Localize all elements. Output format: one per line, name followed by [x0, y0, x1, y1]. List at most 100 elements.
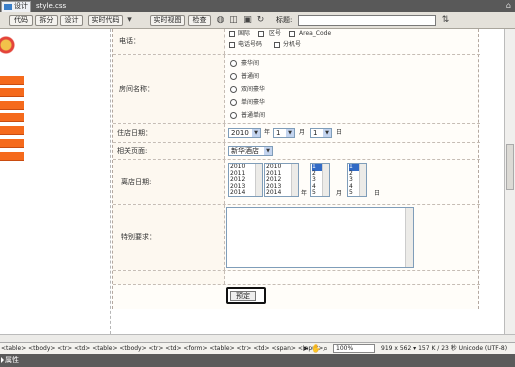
checkin-day-value: 1 [313, 129, 318, 137]
document-size-info: 919 x 562 ▾ 157 K / 23 秒 Unicode (UTF-8) [381, 345, 508, 352]
nav-button-3[interactable] [0, 101, 24, 110]
room-option-5: 普通单间 [241, 112, 266, 119]
live-code-dropdown-icon[interactable]: ▾ [124, 15, 135, 26]
area-code-en-checkbox[interactable] [289, 31, 295, 37]
title-input[interactable] [298, 15, 436, 26]
dreamweaver-icon [4, 4, 12, 10]
nav-button-2[interactable] [0, 88, 24, 97]
vertical-scrollbar[interactable] [504, 29, 515, 334]
checkin-year-select[interactable]: 2010 ▼ [228, 128, 261, 138]
room-radio-5[interactable] [230, 112, 237, 119]
window-restore-icon[interactable]: ⌂ [506, 1, 511, 11]
booking-form-table: 电话： 国际 区号 Area_Code 电话号码 分机号 房间名称： 豪华间 普… [112, 29, 480, 309]
phone-number-label: 电话号码 [238, 41, 263, 48]
live-code-button[interactable]: 实时代码 [88, 15, 123, 26]
nav-button-5[interactable] [0, 126, 24, 135]
horizontal-scrollbar[interactable] [0, 334, 515, 342]
checkout-month-list[interactable]: 1 2 3 4 5 [310, 163, 330, 197]
live-view-button[interactable]: 实时视图 [150, 15, 185, 26]
checkout-label: 离店日期: [121, 178, 152, 186]
room-radio-3[interactable] [230, 86, 237, 93]
area-code-checkbox[interactable] [258, 31, 264, 37]
extension-label: 分机号 [283, 41, 302, 48]
file-management-icon[interactable]: ⇅ [440, 15, 451, 26]
spacer-row [113, 271, 480, 285]
pointer-icon[interactable]: ➤ [301, 344, 310, 353]
nav-button-7[interactable] [0, 152, 24, 161]
listbox-scrollbar[interactable] [291, 164, 298, 196]
listbox-scrollbar[interactable] [359, 164, 366, 196]
phone-number-checkbox[interactable] [229, 42, 235, 48]
room-radio-4[interactable] [230, 99, 237, 106]
special-request-textarea[interactable] [226, 207, 414, 268]
title-label: 标题: [276, 16, 293, 24]
submit-button[interactable]: 预定 [230, 291, 256, 301]
special-label-cell: 特别要求： [113, 205, 225, 270]
listbox-scrollbar[interactable] [255, 164, 262, 196]
phone-row: 电话： 国际 区号 Area_Code 电话号码 分机号 [113, 29, 480, 55]
checkin-month-select[interactable]: 1 ▼ [273, 128, 295, 138]
checkin-field-cell: 2010 ▼ 年 1 ▼ 月 1 ▼ 日 [226, 124, 480, 142]
refresh-icon[interactable]: ↻ [255, 15, 266, 26]
document-tab[interactable]: 设计 [1, 1, 31, 12]
checkin-year-value: 2010 [231, 129, 249, 137]
checkout-year-unit: 年 [301, 190, 308, 197]
room-row: 房间名称： 豪华间 普通间 双间豪华 单间豪华 普通单间 [113, 55, 480, 124]
phone-field-cell: 国际 区号 Area_Code 电话号码 分机号 [226, 29, 480, 54]
checkout-year-list-a[interactable]: 2010 2011 2012 2013 2014 [228, 163, 263, 197]
checkout-row: 离店日期: 2010 2011 2012 2013 2014 2010 2011… [113, 160, 480, 205]
code-view-button[interactable]: 代码 [9, 15, 33, 26]
properties-panel-header[interactable]: 属性 [0, 354, 515, 367]
document-toolbar: 代码 拆分 设计 实时代码 实时视图 检查 ▾ ◍ ◫ ▣ ↻ 标题: ⇅ [0, 12, 515, 29]
zoom-icon[interactable]: ⌕ [321, 344, 330, 353]
view-options-icon[interactable]: ◫ [228, 15, 239, 26]
checkin-day-unit: 日 [336, 129, 343, 136]
checkin-day-select[interactable]: 1 ▼ [310, 128, 332, 138]
chevron-down-icon: ▼ [323, 129, 331, 137]
room-label-cell: 房间名称： [113, 55, 225, 123]
design-canvas[interactable]: 电话： 国际 区号 Area_Code 电话号码 分机号 房间名称： 豪华间 普… [0, 29, 504, 334]
zoom-select[interactable]: 100% [333, 344, 375, 353]
room-option-2: 普通间 [241, 73, 260, 80]
nav-button-4[interactable] [0, 113, 24, 122]
document-tab-label: 设计 [14, 2, 28, 10]
intl-label: 国际 [238, 30, 251, 37]
phone-label-cell: 电话： [113, 29, 225, 54]
room-option-4: 单间豪华 [241, 99, 266, 106]
related-page-value: 新华酒店 [231, 147, 259, 155]
tag-selector[interactable]: <table> <tbody> <tr> <td> <table> <tbody… [1, 345, 323, 353]
checkout-label-cell: 离店日期: [113, 160, 225, 204]
room-option-3: 双间豪华 [241, 86, 266, 93]
hand-icon[interactable]: ✋ [311, 344, 321, 353]
room-label: 房间名称： [119, 85, 154, 93]
extension-checkbox[interactable] [274, 42, 280, 48]
document-tab-bar: 设计 style.css ⌂ [0, 0, 515, 12]
nav-button-6[interactable] [0, 139, 24, 148]
intl-checkbox[interactable] [229, 31, 235, 37]
room-radio-1[interactable] [230, 60, 237, 67]
layout-column [24, 29, 111, 334]
checkout-day-list[interactable]: 1 2 3 4 5 [347, 163, 367, 197]
split-view-button[interactable]: 拆分 [35, 15, 58, 26]
checkin-month-value: 1 [276, 129, 281, 137]
related-file-name[interactable]: style.css [36, 1, 66, 11]
submit-button-selected[interactable]: 预定 [226, 287, 266, 304]
expand-arrow-icon[interactable] [1, 357, 4, 363]
room-field-cell: 豪华间 普通间 双间豪华 单间豪华 普通单间 [226, 55, 480, 123]
inspect-button[interactable]: 检查 [188, 15, 211, 26]
special-request-label: 特别要求： [121, 233, 156, 241]
checkout-year-list-b[interactable]: 2010 2011 2012 2013 2014 [264, 163, 299, 197]
room-option-1: 豪华间 [241, 60, 260, 67]
scroll-thumb[interactable] [506, 144, 514, 190]
checkin-label: 住店日期： [117, 129, 152, 137]
nav-button-1[interactable] [0, 76, 24, 85]
related-page-select[interactable]: 新华酒店 ▼ [228, 146, 273, 156]
room-radio-2[interactable] [230, 73, 237, 80]
listbox-scrollbar[interactable] [322, 164, 329, 196]
design-view-button[interactable]: 设计 [60, 15, 83, 26]
globe-icon[interactable]: ◍ [215, 15, 226, 26]
chevron-down-icon: ▼ [264, 147, 272, 155]
checkin-year-unit: 年 [264, 129, 271, 136]
browser-preview-icon[interactable]: ▣ [242, 15, 253, 26]
textarea-scrollbar[interactable] [405, 208, 413, 267]
